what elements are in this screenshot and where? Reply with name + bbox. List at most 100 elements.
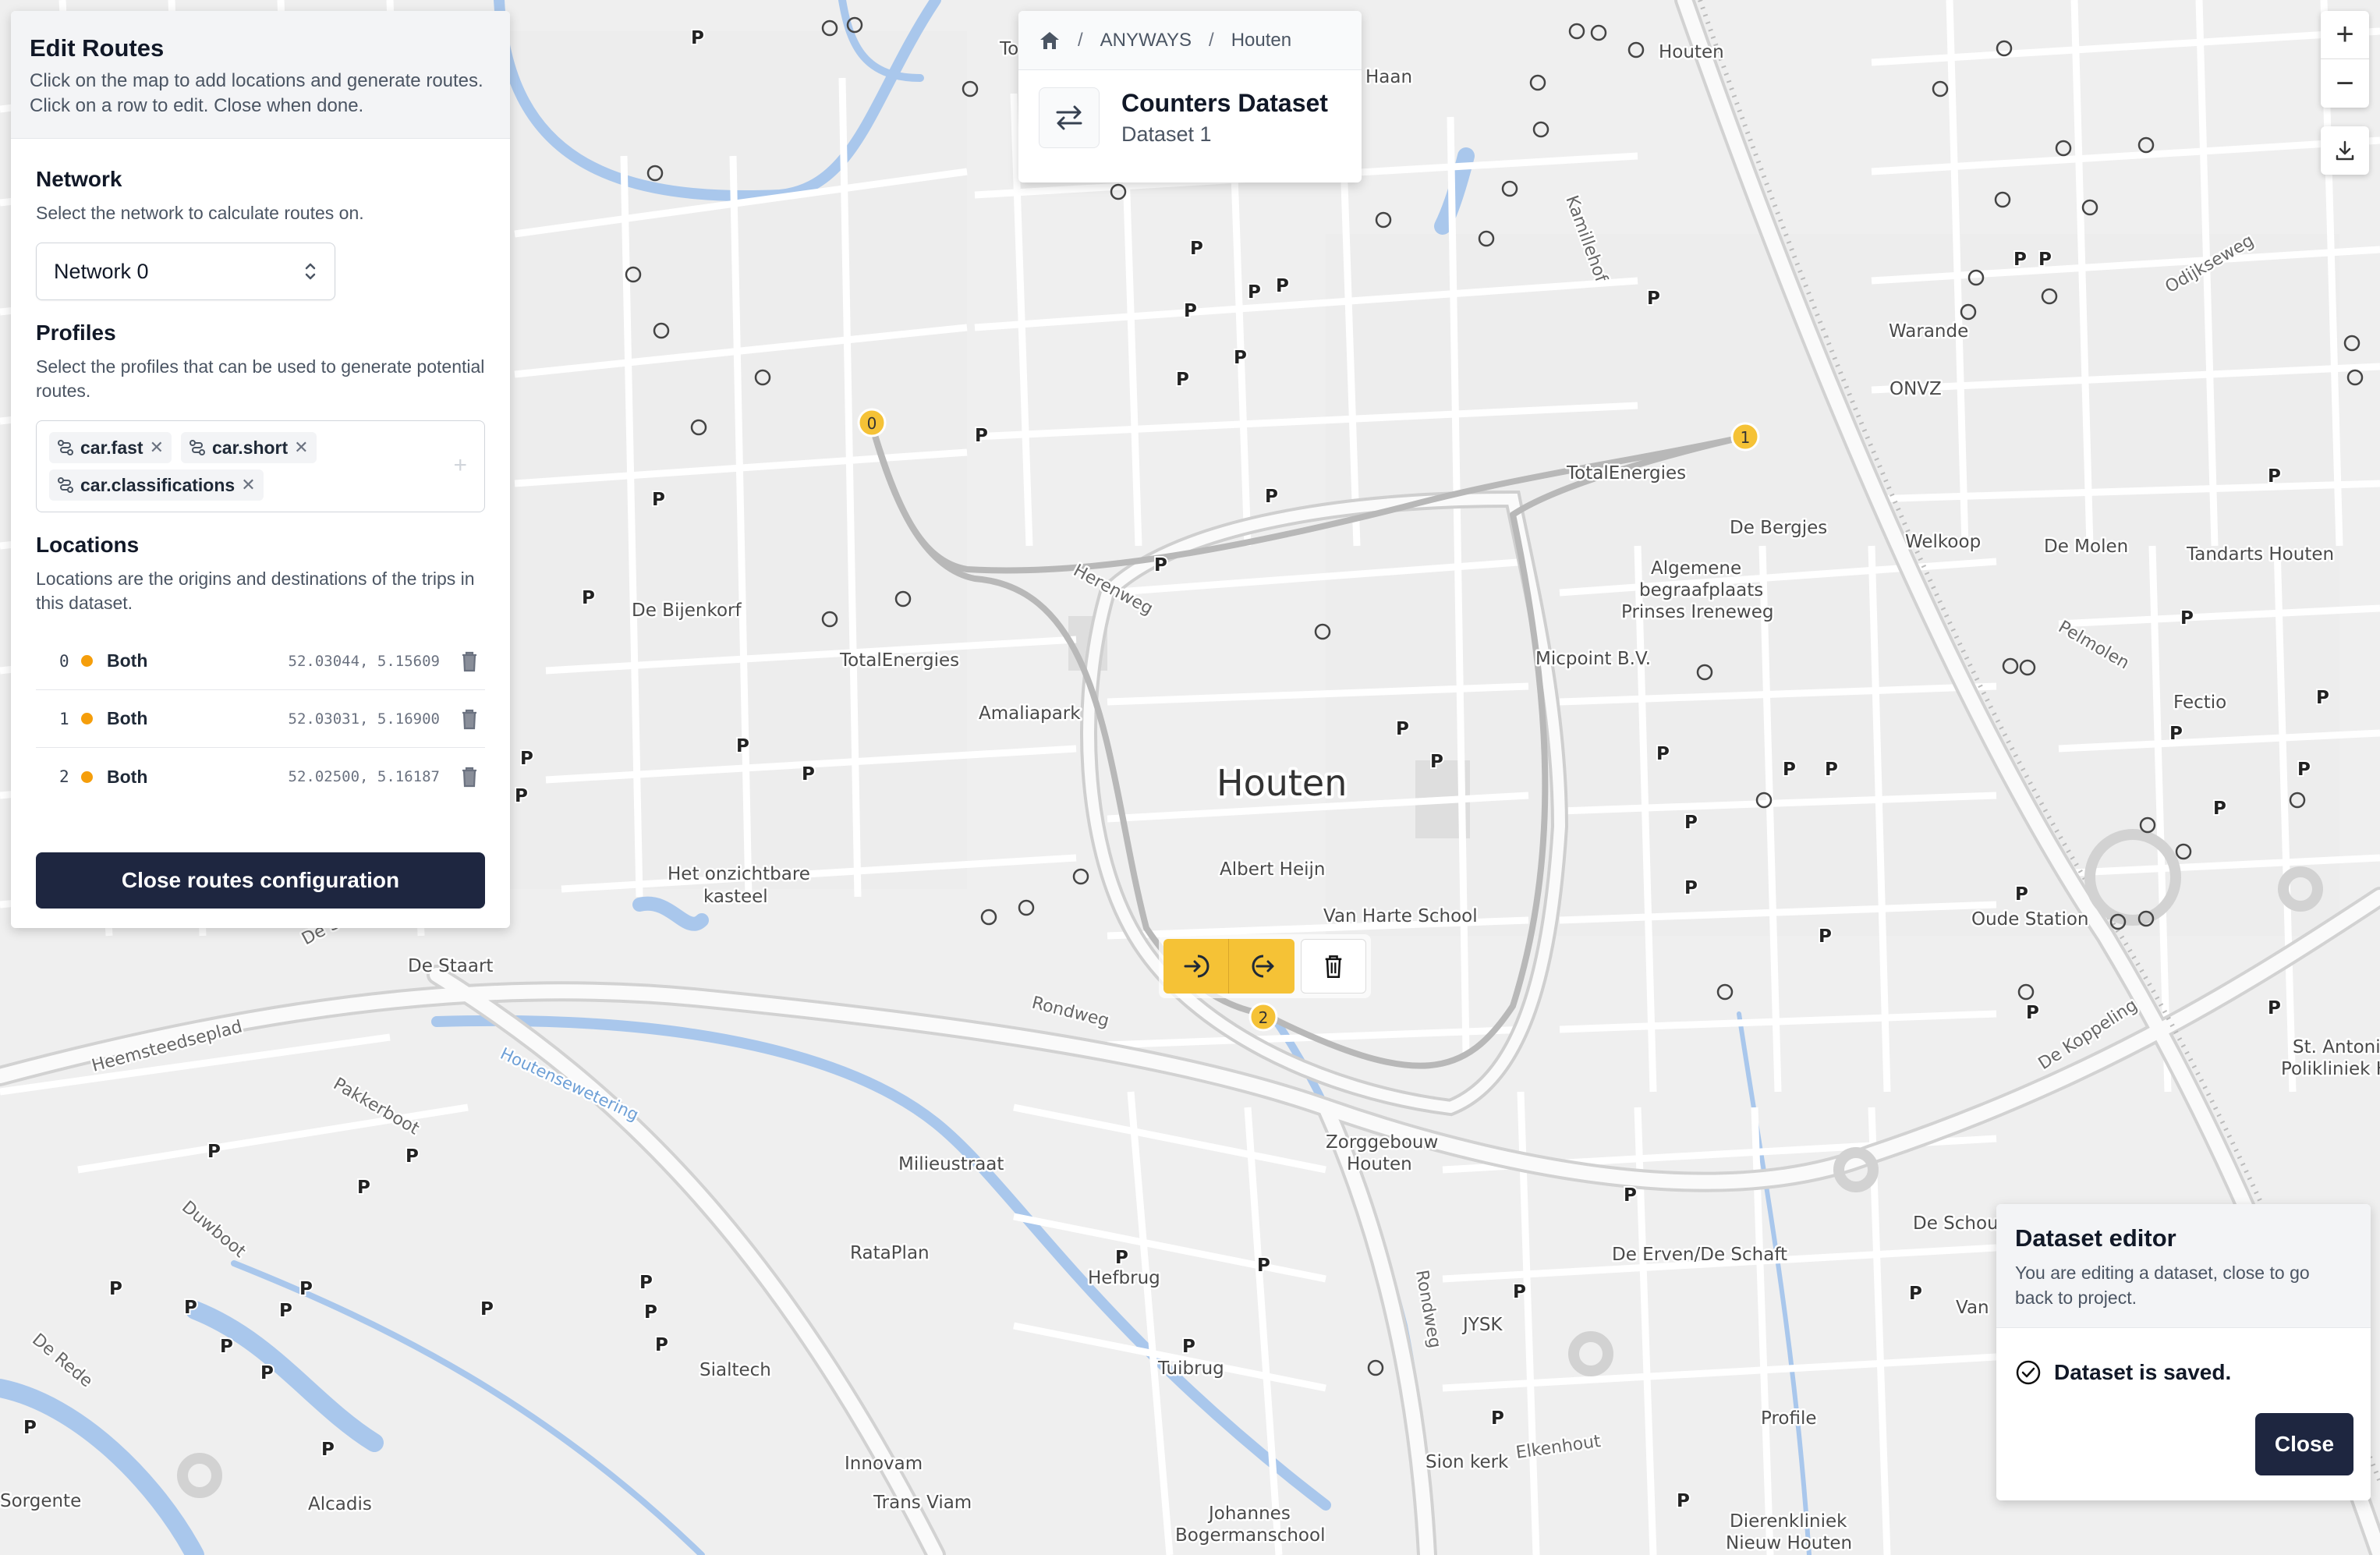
close-routes-configuration-button[interactable]: Close routes configuration [36,852,485,909]
route-icon [189,440,205,455]
parking-icon: P [1825,760,1838,780]
map-label: De Bijenkorf [632,600,742,621]
home-icon[interactable] [1039,30,1061,51]
close-dataset-editor-button[interactable]: Close [2255,1413,2353,1475]
map-label: Zorggebouw [1326,1132,1438,1153]
parking-icon: P [184,1298,197,1318]
map-label: De Bergjes [1730,518,1827,538]
download-icon [2336,140,2354,161]
edit-routes-description: Click on the map to add locations and ge… [30,70,483,116]
parking-icon: P [1684,878,1698,898]
parking-icon: P [207,1142,221,1162]
check-circle-icon [2016,1360,2041,1385]
route-marker-2[interactable]: 2 [1248,1002,1278,1032]
parking-icon: P [260,1363,274,1383]
parking-icon: P [2213,799,2226,819]
map-label-city: Houten [1217,762,1347,804]
profile-chip[interactable]: car.classifications ✕ [49,469,264,501]
map-label: Johannes [1207,1504,1291,1524]
dataset-editor-title: Dataset editor [2015,1224,2176,1252]
route-marker-0[interactable]: 0 [857,408,887,437]
breadcrumb-item[interactable]: Houten [1231,30,1291,51]
breadcrumb-item[interactable]: ANYWAYS [1100,30,1192,51]
remove-chip-icon[interactable]: ✕ [150,437,164,458]
map-label: Fectio [2173,692,2226,713]
location-index: 0 [59,651,69,671]
dataset-editor-card: Dataset editor You are editing a dataset… [1996,1204,2371,1500]
add-profile-icon[interactable]: + [453,452,467,479]
map-label: Oude Station [1971,909,2089,930]
set-destination-button[interactable] [1229,939,1294,994]
dataset-editor-description: You are editing a dataset, close to go b… [2015,1263,2310,1308]
map-label: TotalEnergies [839,650,959,671]
network-description: Select the network to calculate routes o… [36,203,364,223]
parking-icon: P [655,1335,668,1355]
parking-icon: P [2038,250,2052,270]
parking-icon: P [2268,466,2281,487]
parking-icon: P [2013,250,2027,270]
map-label: Nieuw Houten [1726,1533,1852,1553]
remove-chip-icon[interactable]: ✕ [241,475,255,495]
parking-icon: P [736,736,749,756]
download-button[interactable] [2321,126,2369,175]
profile-chip[interactable]: car.short ✕ [181,432,317,463]
map-label: To [999,39,1018,59]
map-label: Prinses Ireneweg [1621,602,1774,622]
parking-icon: P [2268,998,2281,1018]
network-select-value: Network 0 [54,259,149,283]
map-label: RataPlan [850,1243,930,1263]
map-label: Hefbrug [1088,1268,1160,1288]
map-label: ONVZ [1889,379,1942,399]
location-index: 2 [59,767,69,786]
map-label: Amaliapark [979,703,1081,724]
map-label: Het onzichtbare [668,864,810,884]
location-dot [81,770,93,783]
location-row[interactable]: 0 Both 52.03044, 5.15609 [36,632,485,690]
network-select[interactable]: Network 0 [36,243,335,300]
trash-icon[interactable] [460,650,479,672]
locations-list: 0 Both 52.03044, 5.15609 1 Both 52.03031… [36,632,485,806]
trash-icon[interactable] [460,708,479,730]
trash-icon [1325,955,1342,978]
map-label: Tandarts Houten [2186,544,2334,565]
parking-icon: P [1154,555,1167,576]
profile-chip-label: car.short [212,437,289,458]
parking-icon: P [1257,1256,1270,1276]
location-role: Both [107,708,148,728]
set-origin-button[interactable] [1163,939,1229,994]
profile-chip[interactable]: car.fast ✕ [49,432,172,463]
profiles-multiselect[interactable]: car.fast ✕ car.short ✕ car.classificatio… [36,420,485,512]
location-row[interactable]: 1 Both 52.03031, 5.16900 [36,690,485,748]
map-label: Van Harte School [1323,906,1478,926]
save-status: Dataset is saved. [1996,1328,2371,1386]
breadcrumb-separator: / [1209,29,1214,51]
parking-icon: P [1624,1185,1637,1206]
route-marker-1[interactable]: 1 [1730,422,1760,452]
parking-icon: P [109,1279,122,1299]
save-status-text: Dataset is saved. [2054,1360,2232,1384]
map-label: Dierenkliniek [1730,1511,1847,1532]
delete-marker-button[interactable] [1301,939,1366,994]
parking-icon: P [1190,239,1203,259]
profile-chip-label: car.classifications [80,474,236,495]
network-title: Network [36,167,122,191]
download-control [2321,126,2369,175]
chevron-up-down-icon [305,263,316,280]
arrows-exchange-icon [1039,87,1100,148]
map-label: St. Antoniu [2293,1037,2380,1057]
map-label: Haan [1365,67,1412,87]
zoom-in-button[interactable]: + [2321,11,2369,59]
zoom-out-button[interactable]: − [2321,59,2369,108]
parking-icon: P [582,588,595,608]
parking-icon: P [644,1302,657,1323]
remove-chip-icon[interactable]: ✕ [294,437,308,458]
map-label: Warande [1889,321,1968,342]
parking-icon: P [1265,487,1278,507]
trash-icon[interactable] [460,766,479,788]
location-dot [81,655,93,667]
parking-icon: P [975,426,988,446]
parking-icon: P [1115,1248,1128,1268]
map-label: Sion kerk [1426,1452,1509,1472]
parking-icon: P [1819,926,1832,947]
location-row[interactable]: 2 Both 52.02500, 5.16187 [36,748,485,806]
